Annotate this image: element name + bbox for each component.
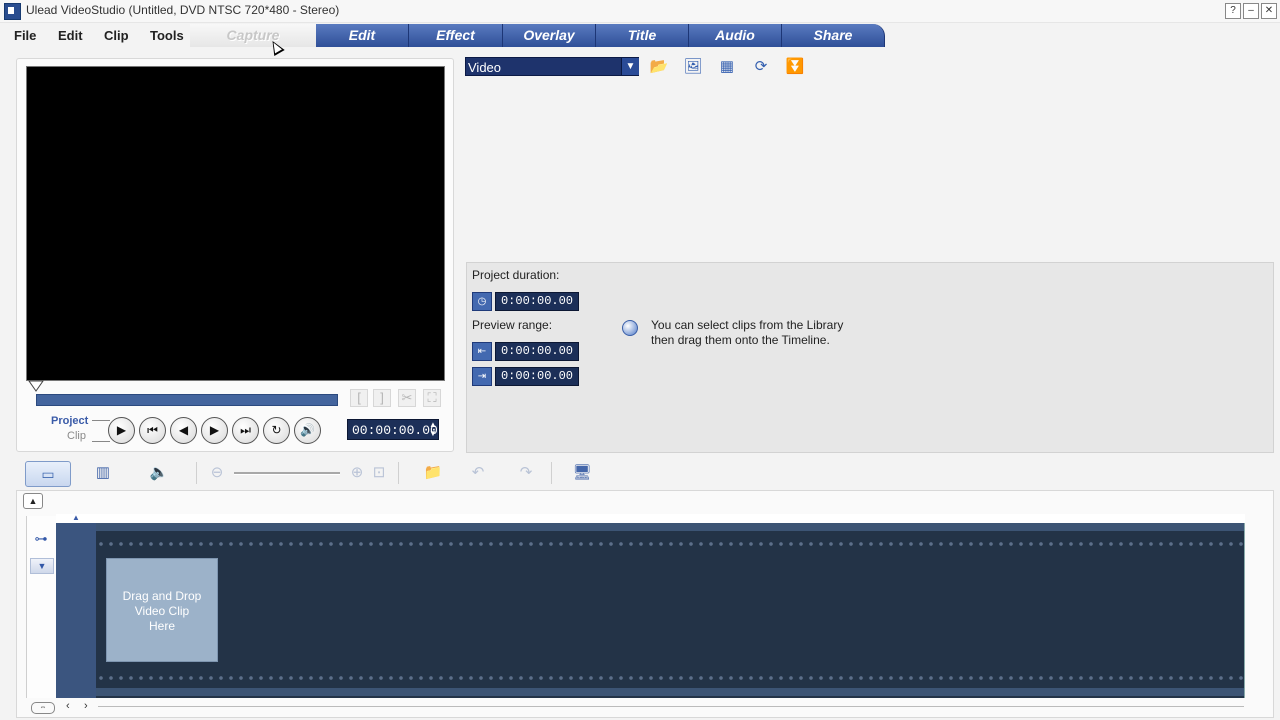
toolbar-divider bbox=[398, 462, 399, 484]
ruler-marker-icon[interactable]: ▲ bbox=[72, 513, 80, 522]
menu-clip[interactable]: Clip bbox=[104, 28, 129, 43]
tab-capture[interactable]: Capture bbox=[190, 24, 316, 47]
fit-timeline-icon[interactable]: ⇔ bbox=[31, 702, 55, 714]
timeline-view-icon[interactable]: ▥ bbox=[88, 461, 118, 485]
sprockets-bottom bbox=[96, 673, 1244, 683]
scrub-bar[interactable] bbox=[36, 394, 338, 406]
collapse-timeline-icon[interactable]: ▲ bbox=[23, 493, 43, 509]
range-start-value: 0:00:00.00 bbox=[495, 342, 579, 361]
fit-project-icon[interactable]: ⊡ bbox=[364, 461, 394, 485]
timecode-field[interactable]: 00:00:00.00 bbox=[347, 419, 439, 440]
close-button[interactable]: ✕ bbox=[1261, 3, 1277, 19]
go-start-icon[interactable]: ⏮ bbox=[139, 417, 166, 444]
video-track-icon[interactable]: ⊶ bbox=[30, 531, 52, 549]
scroll-left-icon[interactable]: ‹ bbox=[66, 700, 70, 712]
tab-overlay[interactable]: Overlay bbox=[503, 24, 596, 47]
menu-edit[interactable]: Edit bbox=[58, 28, 83, 43]
step-tabs: Capture Edit Effect Overlay Title Audio … bbox=[190, 24, 885, 48]
scrub-handle-icon[interactable] bbox=[28, 380, 44, 392]
help-button[interactable]: ? bbox=[1225, 3, 1241, 19]
go-end-icon[interactable]: ⏭ bbox=[232, 417, 259, 444]
film-band-top bbox=[96, 523, 1244, 531]
chevron-down-icon[interactable]: ▼ bbox=[621, 58, 639, 75]
tip-bulb-icon bbox=[622, 320, 638, 336]
tip-text: You can select clips from the Library th… bbox=[651, 318, 844, 347]
track-expand-icon[interactable]: ▼ bbox=[30, 558, 54, 574]
tab-audio[interactable]: Audio bbox=[689, 24, 782, 47]
tab-edit[interactable]: Edit bbox=[316, 24, 409, 47]
zoom-out-icon[interactable]: ⊖ bbox=[202, 461, 232, 485]
refresh-library-icon[interactable]: ⟳ bbox=[750, 57, 772, 77]
minimize-button[interactable]: – bbox=[1243, 3, 1259, 19]
info-panel bbox=[466, 262, 1274, 453]
scroll-right-icon[interactable]: › bbox=[84, 700, 88, 712]
film-band-bottom bbox=[96, 688, 1244, 696]
insert-media-icon[interactable]: 📁 bbox=[418, 461, 448, 485]
library-manager-icon[interactable]: ▦ bbox=[716, 57, 738, 77]
menu-tools[interactable]: Tools bbox=[150, 28, 184, 43]
clip-mode-label[interactable]: Clip bbox=[67, 430, 86, 442]
range-end-value: 0:00:00.00 bbox=[495, 367, 579, 386]
mark-out-button[interactable]: ] bbox=[373, 389, 391, 407]
next-frame-icon[interactable]: ▶ bbox=[201, 417, 228, 444]
storyboard-view-icon[interactable]: ▭ bbox=[25, 461, 71, 487]
preview-screen bbox=[26, 66, 445, 381]
enlarge-preview-icon[interactable]: ⛶ bbox=[423, 389, 441, 407]
timeline-ruler[interactable] bbox=[56, 514, 1245, 523]
tab-effect[interactable]: Effect bbox=[409, 24, 503, 47]
range-start-icon: ⇤ bbox=[472, 342, 492, 361]
library-dropdown[interactable]: Video bbox=[465, 57, 639, 76]
volume-icon[interactable]: 🔊 bbox=[294, 417, 321, 444]
previous-frame-icon[interactable]: ◀ bbox=[170, 417, 197, 444]
video-track[interactable] bbox=[96, 523, 1245, 698]
sprockets-top bbox=[96, 539, 1244, 549]
menu-file[interactable]: File bbox=[14, 28, 36, 43]
play-icon[interactable]: ▶ bbox=[108, 417, 135, 444]
window-title: Ulead VideoStudio (Untitled, DVD NTSC 72… bbox=[26, 3, 340, 17]
audio-view-icon[interactable]: 🔈 bbox=[144, 461, 174, 485]
range-end-icon: ⇥ bbox=[472, 367, 492, 386]
tab-share[interactable]: Share bbox=[782, 24, 885, 47]
film-strip-leader bbox=[56, 523, 98, 698]
toolbar-divider bbox=[196, 462, 197, 484]
preview-range-label: Preview range: bbox=[472, 318, 553, 332]
drop-zone[interactable]: Drag and Drop Video Clip Here bbox=[106, 558, 218, 662]
import-media-icon[interactable]: 🖼 bbox=[682, 57, 704, 77]
open-folder-icon[interactable]: 📂 bbox=[648, 57, 670, 77]
redo-icon[interactable]: ↷ bbox=[511, 461, 541, 485]
zoom-slider[interactable] bbox=[234, 472, 340, 475]
repeat-icon[interactable]: ↻ bbox=[263, 417, 290, 444]
toolbar-divider bbox=[551, 462, 552, 484]
timeline-scrollbar[interactable] bbox=[98, 706, 1244, 707]
app-icon bbox=[4, 3, 21, 20]
tab-title[interactable]: Title bbox=[596, 24, 689, 47]
timecode-spinner-icon[interactable]: ▲ ▼ bbox=[428, 420, 438, 439]
project-duration-label: Project duration: bbox=[472, 268, 560, 282]
clock-icon: ◷ bbox=[472, 292, 492, 311]
smart-proxy-icon[interactable]: 🖥 bbox=[567, 461, 597, 485]
undo-icon[interactable]: ↶ bbox=[463, 461, 493, 485]
cut-clip-icon[interactable]: ✂ bbox=[398, 389, 416, 407]
project-mode-label[interactable]: Project bbox=[51, 415, 88, 427]
project-duration-value: 0:00:00.00 bbox=[495, 292, 579, 311]
expand-library-icon[interactable]: ⏬ bbox=[784, 57, 806, 77]
mark-in-button[interactable]: [ bbox=[350, 389, 368, 407]
